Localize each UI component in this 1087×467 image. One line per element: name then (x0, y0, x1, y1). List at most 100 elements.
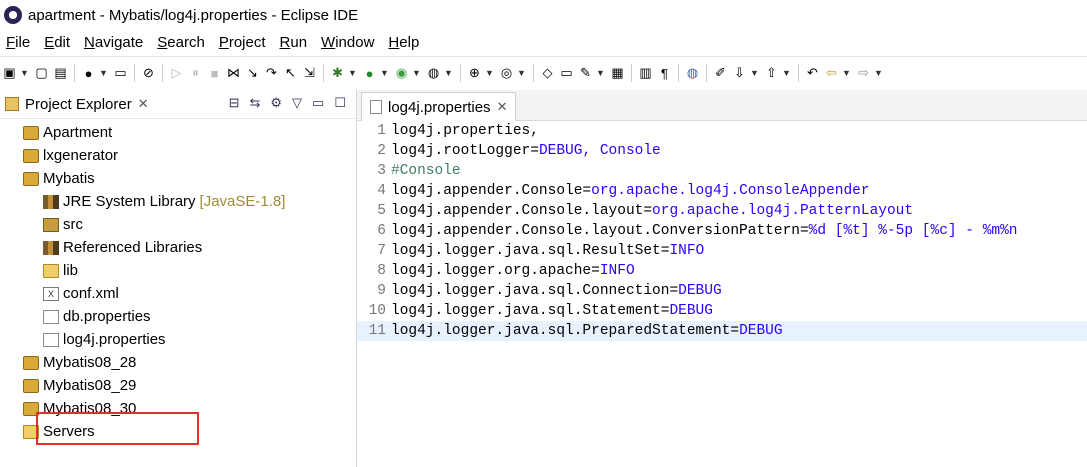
terminal-icon[interactable]: ▭ (112, 63, 129, 83)
filters-icon[interactable]: ⚙ (270, 95, 282, 111)
step-into-icon[interactable]: ↘ (244, 63, 261, 83)
collapse-all-icon[interactable]: ⊟ (229, 95, 240, 111)
chevron-down-icon[interactable]: ▼ (348, 63, 357, 83)
drop-frame-icon[interactable]: ⇲ (301, 63, 318, 83)
back-icon[interactable]: ⇦ (823, 63, 840, 83)
show-whitespace-icon[interactable]: ▥ (637, 63, 654, 83)
globe-icon[interactable]: ◍ (684, 63, 701, 83)
maximize-icon[interactable]: ☐ (334, 95, 346, 111)
external-tools-icon[interactable]: ◍ (425, 63, 442, 83)
code-line[interactable]: 1 log4j.properties, (357, 121, 1087, 141)
resume-icon[interactable]: ▷ (168, 63, 185, 83)
code-key: log4j.logger.java.sql.Statement= (391, 303, 670, 319)
menu-run[interactable]: Run (273, 34, 315, 51)
toolbar-separator (74, 64, 75, 82)
tree-item-apartment[interactable]: Apartment (0, 121, 356, 144)
tree-item-label: src (63, 216, 83, 233)
code-line[interactable]: 10 log4j.logger.java.sql.Statement=DEBUG (357, 301, 1087, 321)
code-line[interactable]: 11 log4j.logger.java.sql.PreparedStatemen… (357, 321, 1087, 341)
menu-file[interactable]: File (0, 34, 37, 51)
chevron-down-icon[interactable]: ▼ (485, 63, 494, 83)
new-web-icon[interactable]: ◎ (498, 63, 515, 83)
menu-search[interactable]: Search (150, 34, 212, 51)
project-explorer-title[interactable]: Project Explorer (25, 96, 132, 113)
chevron-down-icon[interactable]: ▼ (750, 63, 759, 83)
save-icon[interactable]: ▢ (33, 63, 50, 83)
code-line[interactable]: 7 log4j.logger.java.sql.ResultSet=INFO (357, 241, 1087, 261)
line-number: 8 (377, 263, 386, 279)
forward-icon[interactable]: ⇨ (855, 63, 872, 83)
menu-project[interactable]: Project (212, 34, 273, 51)
chevron-down-icon[interactable]: ▼ (596, 63, 605, 83)
tree-item-lxgenerator[interactable]: lxgenerator (0, 144, 356, 167)
chevron-down-icon[interactable]: ▼ (412, 63, 421, 83)
tree-item-lib[interactable]: lib (0, 259, 356, 282)
prev-annotation-icon[interactable]: ⇧ (763, 63, 780, 83)
skip-breakpoints-icon[interactable]: ⊘ (140, 63, 157, 83)
coverage-icon[interactable]: ◉ (393, 63, 410, 83)
next-annotation-icon[interactable]: ⇩ (731, 63, 748, 83)
menu-navigate[interactable]: Navigate (77, 34, 150, 51)
tree-item-src[interactable]: src (0, 213, 356, 236)
step-over-icon[interactable]: ↷ (263, 63, 280, 83)
open-folder-icon[interactable]: ▭ (558, 63, 575, 83)
menu-help[interactable]: Help (381, 34, 426, 51)
new-server-icon[interactable]: ⊕ (466, 63, 483, 83)
pilcrow-icon[interactable]: ¶ (656, 63, 673, 83)
minimize-icon[interactable]: ▭ (312, 95, 324, 111)
save-all-icon[interactable]: ▤ (52, 63, 69, 83)
debug-icon[interactable]: ✱ (329, 63, 346, 83)
tree-item-log4j-properties[interactable]: log4j.properties (0, 328, 356, 351)
code-value: DEBUG (678, 283, 722, 299)
tree-item-db-properties[interactable]: db.properties (0, 305, 356, 328)
close-tab-icon[interactable]: ✕ (497, 99, 508, 115)
chevron-down-icon[interactable]: ▼ (842, 63, 851, 83)
editor-tab-log4j[interactable]: log4j.properties ✕ (361, 92, 517, 121)
menu-edit[interactable]: Edit (37, 34, 77, 51)
chevron-down-icon[interactable]: ▼ (517, 63, 526, 83)
chevron-down-icon[interactable]: ▼ (99, 63, 108, 83)
code-text: log4j.appender.Console=org.apache.log4j.… (390, 181, 870, 201)
tree-item-mybatis[interactable]: Mybatis (0, 167, 356, 190)
tree-item-mybatis08-28[interactable]: Mybatis08_28 (0, 351, 356, 374)
link-with-editor-icon[interactable]: ⇆ (249, 95, 260, 111)
chevron-down-icon[interactable]: ▼ (20, 63, 29, 83)
view-menu-icon[interactable]: ▽ (292, 95, 302, 111)
toggle-mark-icon[interactable]: ▦ (609, 63, 626, 83)
menu-window[interactable]: Window (314, 34, 381, 51)
disconnect-icon[interactable]: ⋈ (225, 63, 242, 83)
code-line[interactable]: 5 log4j.appender.Console.layout=org.apach… (357, 201, 1087, 221)
code-editor[interactable]: 1 log4j.properties, 2 log4j.rootLogger=DEBU… (357, 121, 1087, 341)
run-icon[interactable]: ● (361, 63, 378, 83)
main-toolbar: ▣ ▼ ▢ ▤ ● ▼ ▭ ⊘ ▷ ⏸ ■ ⋈ ↘ ↷ ↖ ⇲ ✱ ▼ ● ▼ ◉ ▼ ◍ ▼ ⊕ ▼ ◎ ▼ ◇ ▭ ✎ ▼ ▦ ▥ ¶ ◍ ✐ ⇩ ▼ ⇧… (0, 56, 1087, 89)
open-task-icon[interactable]: ✎ (577, 63, 594, 83)
step-return-icon[interactable]: ↖ (282, 63, 299, 83)
code-line[interactable]: 9 log4j.logger.java.sql.Connection=DEBUG (357, 281, 1087, 301)
tree-item-referenced-libraries[interactable]: Referenced Libraries (0, 236, 356, 259)
chevron-down-icon[interactable]: ▼ (444, 63, 453, 83)
chevron-down-icon[interactable]: ▼ (874, 63, 883, 83)
tree-item-jre-system-library[interactable]: JRE System Library [JavaSE-1.8] (0, 190, 356, 213)
code-text: log4j.rootLogger=DEBUG, Console (390, 141, 661, 161)
editor-tab-label: log4j.properties (388, 98, 491, 116)
code-line[interactable]: 8 log4j.logger.org.apache=INFO (357, 261, 1087, 281)
tree-item-label: lxgenerator (43, 147, 119, 164)
annotation-icon[interactable]: ✐ (712, 63, 729, 83)
code-line[interactable]: 6 log4j.appender.Console.layout.Conversio… (357, 221, 1087, 241)
person-icon[interactable]: ● (80, 63, 97, 83)
last-edit-icon[interactable]: ↶ (804, 63, 821, 83)
chevron-down-icon[interactable]: ▼ (380, 63, 389, 83)
editor-tab-strip: log4j.properties ✕ (357, 90, 1087, 121)
new-icon[interactable]: ▣ (1, 63, 18, 83)
tree-item-conf-xml[interactable]: Xconf.xml (0, 282, 356, 305)
terminate-icon[interactable]: ■ (206, 63, 223, 83)
code-line[interactable]: 2 log4j.rootLogger=DEBUG, Console (357, 141, 1087, 161)
code-line[interactable]: 3 #Console (357, 161, 1087, 181)
suspend-icon[interactable]: ⏸ (187, 63, 204, 83)
code-line[interactable]: 4 log4j.appender.Console=org.apache.log4j… (357, 181, 1087, 201)
close-view-icon[interactable]: ✕ (138, 96, 149, 112)
line-number: 10 (368, 303, 386, 319)
open-type-icon[interactable]: ◇ (539, 63, 556, 83)
tree-item-mybatis08-29[interactable]: Mybatis08_29 (0, 374, 356, 397)
chevron-down-icon[interactable]: ▼ (782, 63, 791, 83)
